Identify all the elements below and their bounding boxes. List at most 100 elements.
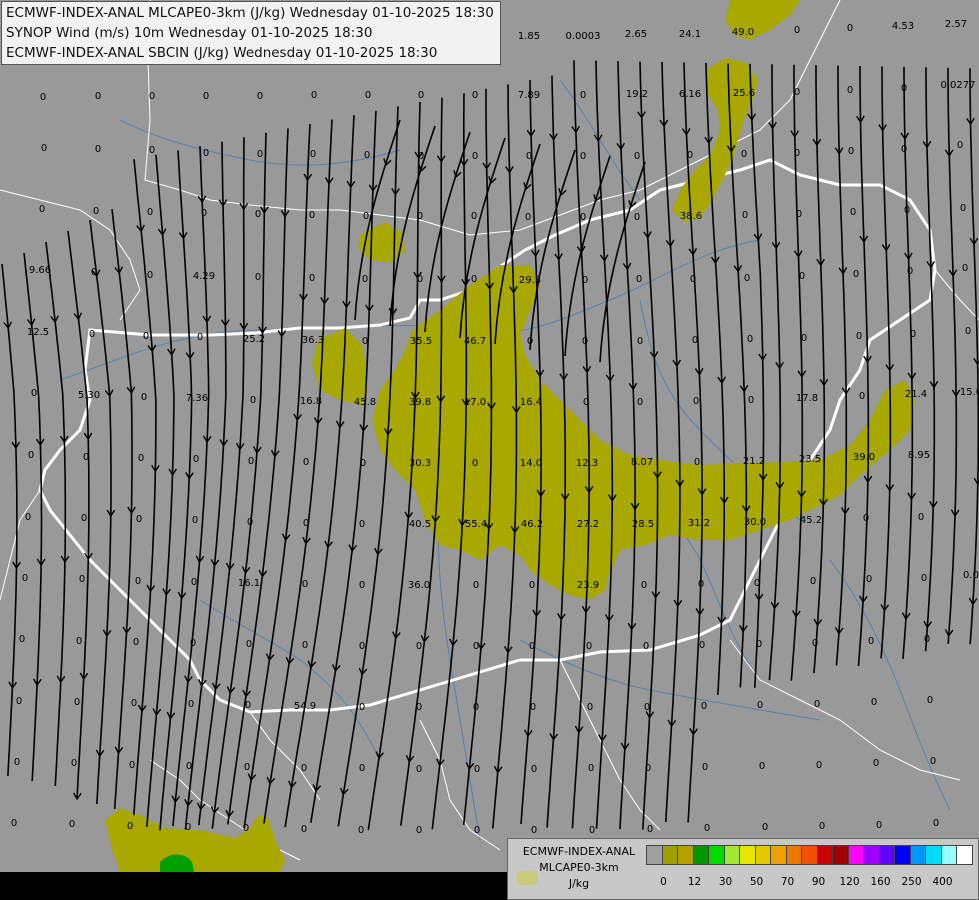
station-value-label: 0: [14, 757, 20, 768]
station-value-label: 0: [474, 825, 480, 836]
station-value-label: 0: [418, 90, 424, 101]
station-value-label: 0: [694, 457, 700, 468]
legend-swatch: [661, 845, 678, 865]
station-value-label: 0: [634, 212, 640, 223]
legend-tick-label: 250: [901, 876, 922, 888]
station-value-label: 0: [643, 641, 649, 652]
legend-swatch: [692, 845, 709, 865]
station-value-label: 0: [531, 825, 537, 836]
station-value-label: 0: [79, 574, 85, 585]
title-panel: ECMWF-INDEX-ANAL MLCAPE0-3km (J/kg) Wedn…: [1, 1, 501, 65]
station-value-label: 0: [531, 764, 537, 775]
station-value-label: 0: [856, 331, 862, 342]
station-value-label: 0: [40, 92, 46, 103]
station-value-label: 0: [255, 272, 261, 283]
legend-swatch: [847, 845, 864, 865]
station-value-label: 0: [907, 266, 913, 277]
station-value-label: 0: [473, 580, 479, 591]
station-value-label: 0: [311, 90, 317, 101]
station-value-label: 0.0277: [941, 80, 976, 91]
station-value-label: 0: [794, 25, 800, 36]
title-mlcape: ECMWF-INDEX-ANAL MLCAPE0-3km (J/kg) Wedn…: [6, 5, 494, 21]
station-value-label: 0: [19, 634, 25, 645]
legend-swatch: [894, 845, 911, 865]
station-value-label: 0: [699, 640, 705, 651]
station-value-label: 0: [704, 823, 710, 834]
station-value-label: 0: [868, 636, 874, 647]
station-value-label: 0: [416, 764, 422, 775]
station-value-label: 23.9: [577, 580, 599, 591]
station-value-label: 0: [418, 151, 424, 162]
station-value-label: 0: [362, 336, 368, 347]
legend-swatch: [816, 845, 833, 865]
station-value-label: 0: [927, 695, 933, 706]
station-value-label: 12.5: [27, 327, 49, 338]
station-value-label: 0: [83, 452, 89, 463]
station-value-label: 9.66: [29, 265, 51, 276]
legend-swatch: [785, 845, 802, 865]
station-value-label: 0: [362, 274, 368, 285]
station-value-label: 0: [358, 825, 364, 836]
station-value-label: 0: [127, 821, 133, 832]
station-value-label: 0: [203, 91, 209, 102]
station-value-label: 0: [141, 392, 147, 403]
station-value-label: 0: [363, 211, 369, 222]
station-value-label: 0: [647, 824, 653, 835]
station-value-label: 54.9: [294, 701, 316, 712]
station-value-label: 0: [191, 577, 197, 588]
station-value-label: 0: [796, 209, 802, 220]
station-value-label: 0: [871, 697, 877, 708]
station-value-label: 0: [193, 454, 199, 465]
station-value-label: 0: [698, 579, 704, 590]
station-value-label: 0: [847, 85, 853, 96]
station-value-label: 0: [702, 762, 708, 773]
station-value-label: 46.7: [464, 336, 486, 347]
station-value-label: 5.30: [78, 390, 100, 401]
station-value-label: 36.3: [302, 335, 324, 346]
legend-tick-label: 50: [749, 876, 764, 888]
station-value-label: 0: [310, 149, 316, 160]
station-value-label: 0: [185, 822, 191, 833]
station-value-label: 0: [693, 396, 699, 407]
station-value-label: 0: [257, 149, 263, 160]
station-value-label: 0: [853, 269, 859, 280]
station-value-label: 0: [74, 697, 80, 708]
station-value-label: 0: [741, 149, 747, 160]
station-value-label: 0: [302, 579, 308, 590]
station-value-label: 0: [580, 151, 586, 162]
station-value-label: 0: [95, 91, 101, 102]
station-value-label: 0: [960, 203, 966, 214]
station-value-label: 55.4: [465, 519, 487, 530]
station-value-label: 0: [747, 334, 753, 345]
station-value-label: 0: [186, 761, 192, 772]
legend-tick-label: 70: [780, 876, 795, 888]
station-value-label: 23.5: [799, 454, 821, 465]
station-value-label: 0: [794, 87, 800, 98]
map-canvas[interactable]: 16.01.850.00032.6524.149.0004.532.570000…: [0, 0, 979, 900]
station-value-label: 0: [924, 634, 930, 645]
station-value-label: 19.2: [626, 89, 648, 100]
station-value-label: 25.6: [733, 88, 755, 99]
station-value-label: 4.29: [193, 271, 215, 282]
station-value-label: 8.95: [908, 450, 930, 461]
station-value-label: 0: [933, 818, 939, 829]
station-value-label: 0: [201, 208, 207, 219]
station-value-label: 0: [188, 699, 194, 710]
station-value-label: 0: [131, 698, 137, 709]
station-value-label: 0: [863, 513, 869, 524]
station-value-label: 0: [149, 145, 155, 156]
station-value-label: 0: [866, 574, 872, 585]
color-legend: ECMWF-INDEX-ANAL MLCAPE0-3km J/kg 0 12 30 5…: [507, 838, 979, 900]
station-value-label: 0: [257, 91, 263, 102]
station-value-label: 49.0: [732, 27, 754, 38]
station-value-label: 0: [848, 146, 854, 157]
legend-swatch: [863, 845, 880, 865]
station-value-label: 0: [135, 576, 141, 587]
station-value-label: 29.3: [519, 275, 541, 286]
legend-swatch: [754, 845, 771, 865]
legend-tick-label: 120: [839, 876, 860, 888]
station-value-label: 0: [11, 818, 17, 829]
station-value-label: 0: [243, 823, 249, 834]
station-value-label: 40.5: [409, 519, 431, 530]
station-value-label: 0: [416, 825, 422, 836]
